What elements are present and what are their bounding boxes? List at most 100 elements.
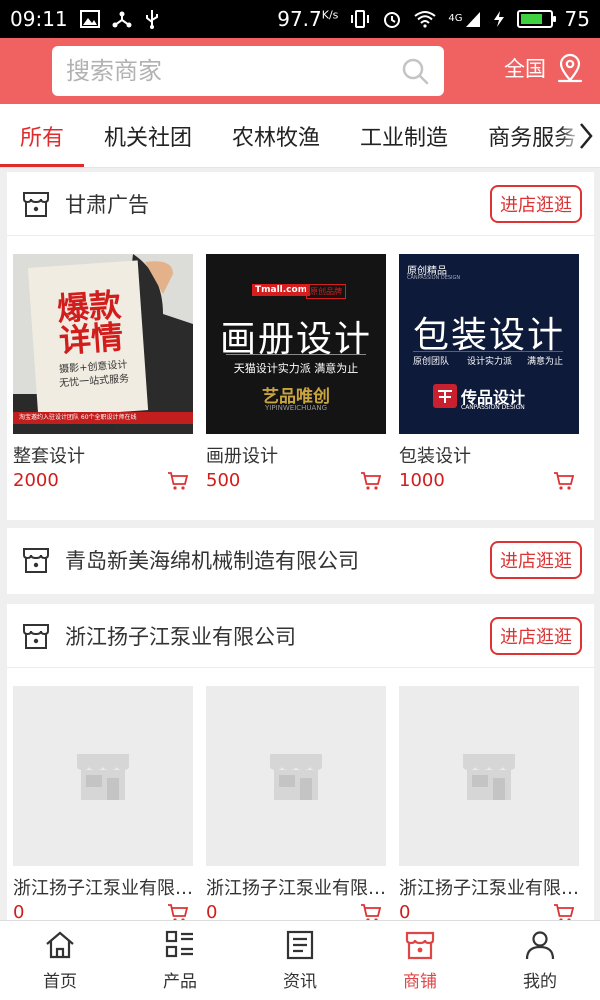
poster-logo-en: YIPINWEICHUANG (265, 404, 327, 412)
speed-unit: K/s (321, 8, 339, 22)
shop-name[interactable]: 青岛新美海绵机械制造有限公司 (65, 545, 490, 575)
header-bar: 全国 (0, 38, 600, 104)
poster-logo-en: CANPASSION DESIGN (461, 404, 525, 411)
nav-label: 首页 (43, 972, 77, 992)
nav-label: 商铺 (403, 972, 437, 992)
product-image-placeholder[interactable] (399, 686, 579, 866)
product-price: 2000 (13, 470, 59, 491)
nav-label: 产品 (163, 972, 197, 992)
news-icon (286, 930, 314, 960)
status-time: 09:11 (10, 7, 68, 31)
poster-footer: 淘宝邀约入驻设计团队 60个全职设计师在线 (19, 414, 137, 421)
tab-manufacturing[interactable]: 工业制造 (340, 104, 468, 167)
tab-all[interactable]: 所有 (0, 104, 85, 167)
store-icon (23, 548, 49, 573)
product-item[interactable]: 浙江扬子江泵业有限公司 0 (399, 686, 579, 923)
product-image-placeholder[interactable] (206, 686, 386, 866)
product-title[interactable]: 浙江扬子江泵业有限公司 (399, 874, 579, 900)
cart-icon[interactable] (553, 471, 575, 491)
product-title[interactable]: 整套设计 (13, 442, 193, 468)
user-icon (525, 931, 555, 960)
store-placeholder-icon (77, 754, 129, 800)
tab-government-groups[interactable]: 机关社团 (84, 104, 212, 167)
poster-rule (413, 351, 563, 352)
store-icon (23, 623, 49, 649)
nav-products[interactable]: 产品 (120, 921, 240, 1000)
cart-icon[interactable] (360, 471, 382, 491)
nav-news[interactable]: 资讯 (240, 921, 360, 1000)
tab-label: 所有 (20, 125, 65, 151)
share-icon (112, 10, 132, 28)
battery-icon (516, 10, 556, 28)
product-title[interactable]: 包装设计 (399, 442, 579, 468)
store-placeholder-icon (270, 754, 322, 800)
product-row: 浙江扬子江泵业有限公司 0 浙江扬子江泵业有限公司 0 浙江扬子江泵业有限公司 … (7, 668, 594, 923)
product-image[interactable]: 原创精品 CANPASSION DESIGN 包装设计 原创团队 设计实力派 满… (399, 254, 579, 434)
shop-header: 甘肃广告 进店逛逛 (7, 172, 594, 236)
product-price: 500 (206, 470, 241, 491)
nav-label: 我的 (523, 972, 557, 992)
product-item[interactable]: Tmall.com 原创品牌 画册设计 天猫设计实力派 满意为止 艺品唯创 YI… (206, 254, 386, 491)
logo-mark-icon (433, 384, 457, 408)
nav-home[interactable]: 首页 (0, 921, 120, 1000)
product-image[interactable]: 爆款 详情 摄影+创意设计 无忧一站式服务 淘宝邀约入驻设计团队 60个全职设计… (13, 254, 193, 434)
visit-shop-button[interactable]: 进店逛逛 (490, 616, 582, 655)
store-placeholder-icon (463, 754, 515, 800)
product-item[interactable]: 原创精品 CANPASSION DESIGN 包装设计 原创团队 设计实力派 满… (399, 254, 579, 491)
nav-mine[interactable]: 我的 (480, 921, 600, 1000)
product-price: 1000 (399, 470, 445, 491)
shop-name[interactable]: 浙江扬子江泵业有限公司 (65, 621, 490, 651)
product-title[interactable]: 画册设计 (206, 442, 386, 468)
search-input[interactable] (66, 57, 400, 85)
product-image[interactable]: Tmall.com 原创品牌 画册设计 天猫设计实力派 满意为止 艺品唯创 YI… (206, 254, 386, 434)
shop-card: 甘肃广告 进店逛逛 爆款 详情 摄影+创意设计 无忧一站式服务 淘宝邀约入驻设计… (7, 172, 594, 520)
usb-icon (144, 9, 160, 29)
product-row: 爆款 详情 摄影+创意设计 无忧一站式服务 淘宝邀约入驻设计团队 60个全职设计… (7, 236, 594, 491)
visit-shop-button[interactable]: 进店逛逛 (490, 541, 582, 579)
product-title[interactable]: 浙江扬子江泵业有限公司 (13, 874, 193, 900)
shop-card: 浙江扬子江泵业有限公司 进店逛逛 浙江扬子江泵业有限公司 0 浙江扬子江泵业有限… (7, 604, 594, 923)
cart-icon[interactable] (167, 471, 189, 491)
store-icon (405, 931, 435, 960)
location-pin-icon (557, 53, 583, 83)
poster-sub-3: 满意为止 (527, 357, 564, 367)
poster-headline-2: 详情 (57, 317, 125, 361)
region-label: 全国 (504, 57, 546, 81)
poster-tag-en: CANPASSION DESIGN (407, 275, 461, 281)
store-icon (23, 191, 49, 217)
tab-label: 机关社团 (104, 125, 193, 151)
product-item[interactable]: 爆款 详情 摄影+创意设计 无忧一站式服务 淘宝邀约入驻设计团队 60个全职设计… (13, 254, 193, 491)
shop-header: 青岛新美海绵机械制造有限公司 进店逛逛 (7, 528, 594, 592)
region-selector[interactable]: 全国 (504, 53, 584, 83)
tabs-scroll-right[interactable] (560, 104, 600, 167)
tab-label: 农林牧渔 (232, 125, 321, 151)
category-tabs: 所有 机关社团 农林牧渔 工业制造 商务服务 (0, 104, 600, 168)
nav-stores[interactable]: 商铺 (360, 921, 480, 1000)
shop-header: 浙江扬子江泵业有限公司 进店逛逛 (7, 604, 594, 668)
product-item[interactable]: 浙江扬子江泵业有限公司 0 (206, 686, 386, 923)
shop-name[interactable]: 甘肃广告 (65, 189, 490, 219)
bottom-nav: 首页 产品 资讯 商铺 我的 (0, 920, 600, 1000)
shop-card: 青岛新美海绵机械制造有限公司 进店逛逛 (7, 528, 594, 594)
search-icon[interactable] (400, 56, 430, 86)
status-bar: 09:11 97.7K/s 4G 75 (0, 0, 600, 38)
alarm-icon (382, 9, 402, 29)
image-icon (79, 10, 100, 28)
poster-sub-1: 原创团队 (413, 357, 450, 367)
poster-rule (226, 354, 366, 355)
signal-icon: 4G (448, 10, 480, 28)
product-image-placeholder[interactable] (13, 686, 193, 866)
chevron-right-icon[interactable] (578, 122, 594, 150)
poster-subtitle: 天猫设计实力派 满意为止 (233, 362, 359, 375)
vibrate-icon (350, 10, 370, 28)
tab-agriculture[interactable]: 农林牧渔 (212, 104, 340, 167)
search-box[interactable] (52, 46, 444, 96)
home-icon (46, 931, 74, 959)
poster-tag: 原创品牌 (306, 284, 346, 299)
visit-shop-button[interactable]: 进店逛逛 (490, 184, 582, 223)
wifi-icon (414, 10, 437, 28)
product-item[interactable]: 浙江扬子江泵业有限公司 0 (13, 686, 193, 923)
network-speed: 97.7 (277, 7, 322, 31)
poster-sub-2: 设计实力派 (467, 357, 513, 367)
product-title[interactable]: 浙江扬子江泵业有限公司 (206, 874, 386, 900)
